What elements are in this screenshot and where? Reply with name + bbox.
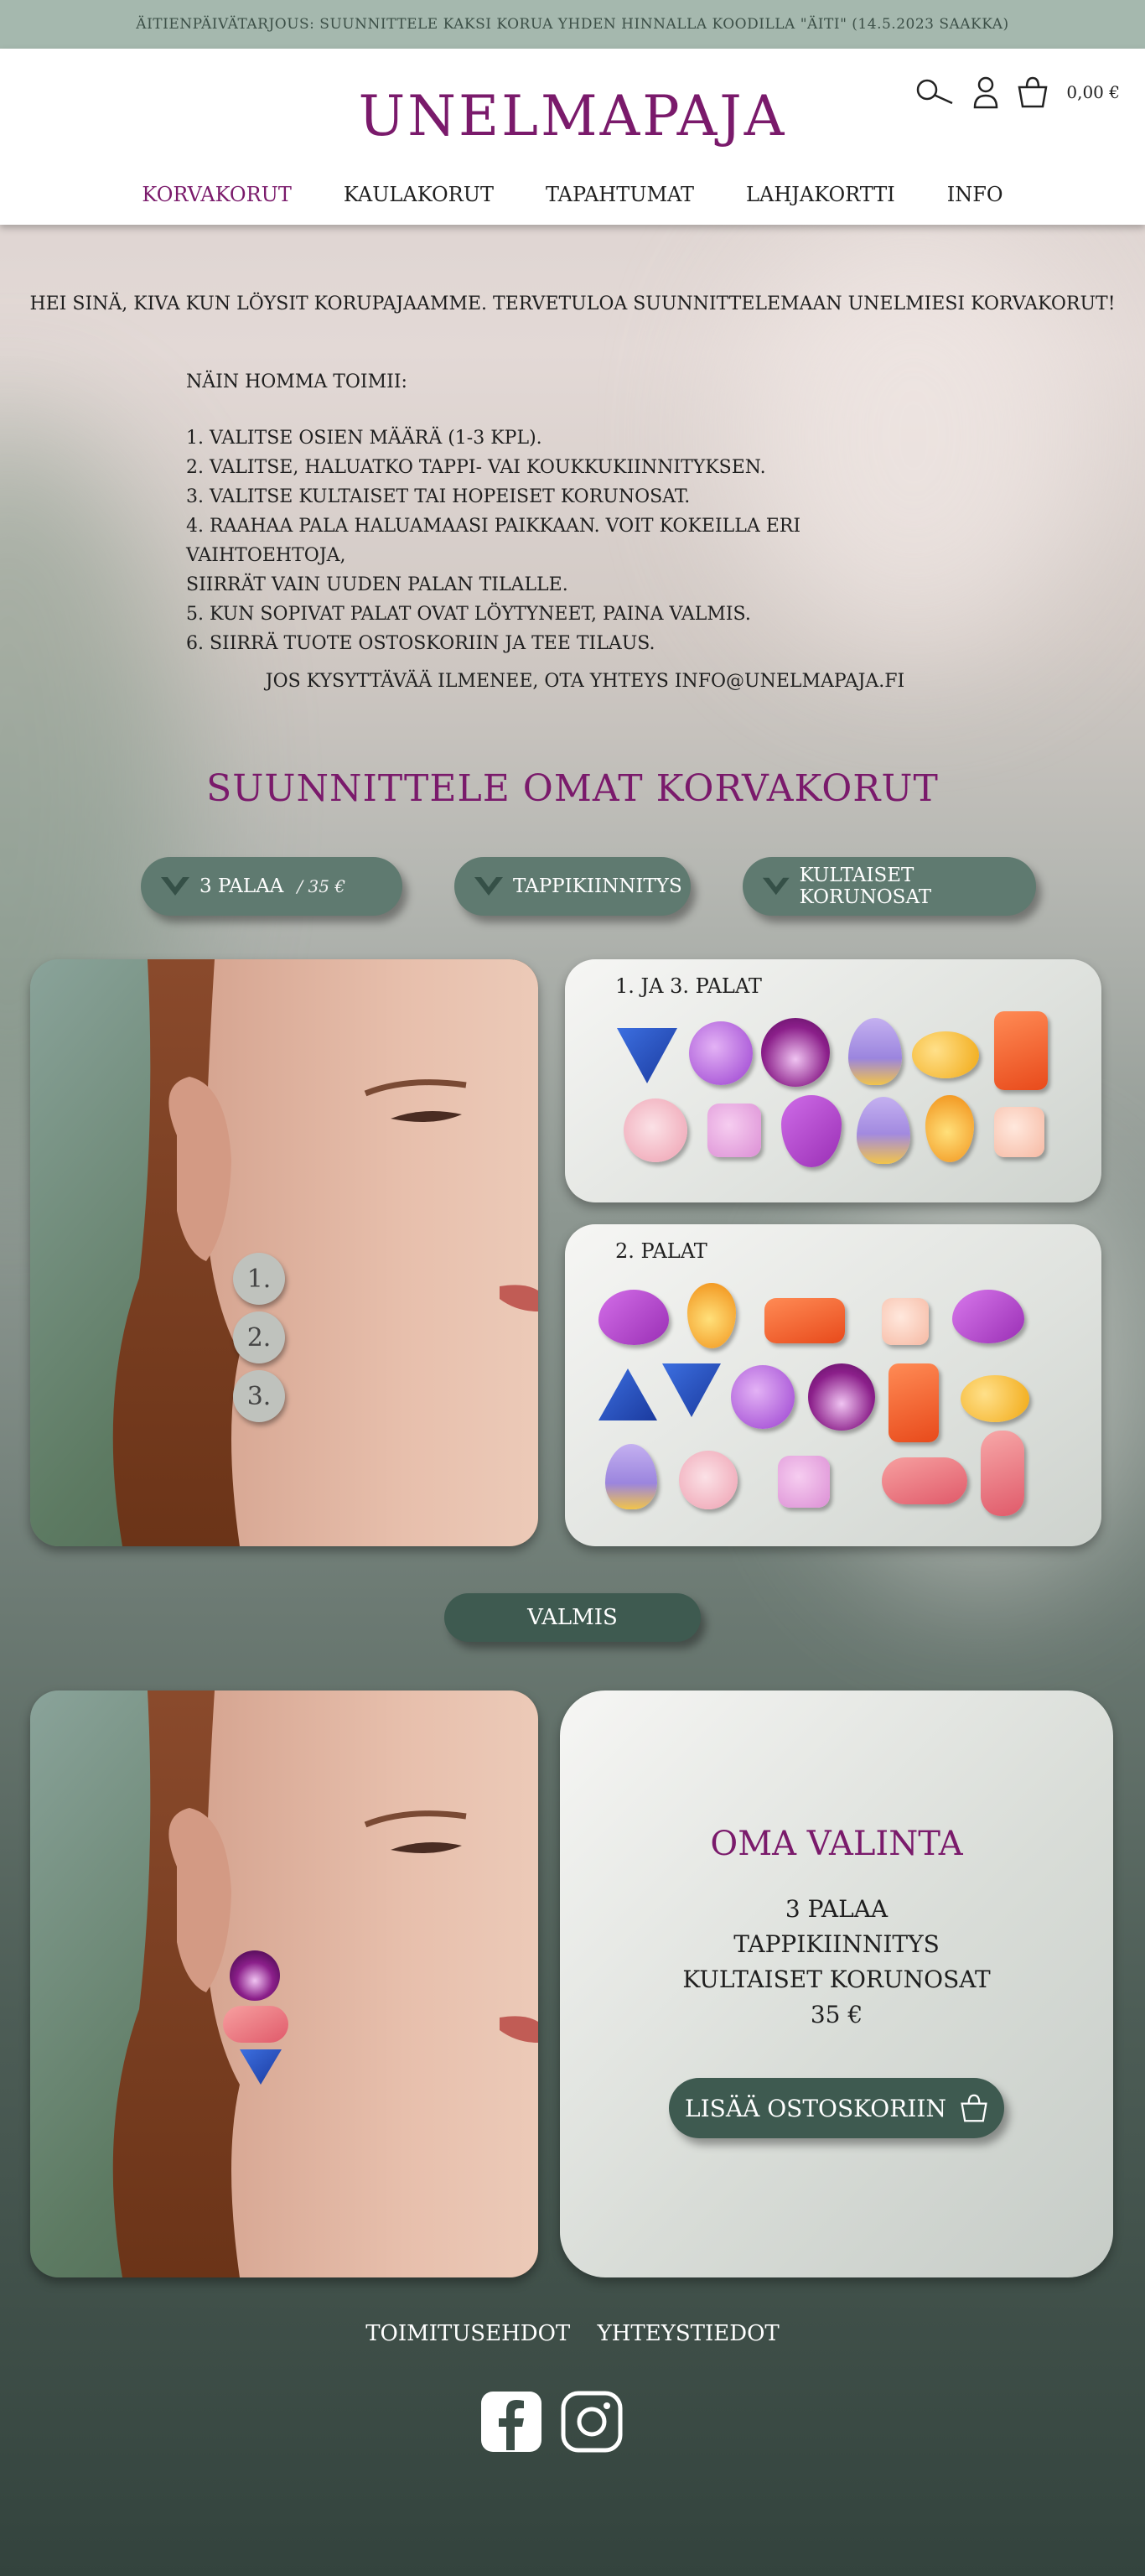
instagram-icon[interactable]	[560, 2390, 624, 2454]
instruction-step: 1. Valitse osien määrä (1-3 kpl).	[186, 428, 542, 449]
piece-peach-square[interactable]	[882, 1298, 929, 1345]
piece-coral-oval[interactable]	[882, 1457, 967, 1504]
header-actions: 0,00 €	[915, 75, 1120, 109]
nav-item-korvakorut[interactable]: Korvakorut	[116, 183, 317, 206]
piece-yellow-drop[interactable]	[687, 1283, 736, 1348]
pieces-price: / 35 €	[297, 876, 346, 896]
finish-select[interactable]: Kultaiset korunosat	[743, 857, 1036, 916]
piece-lilac-drop[interactable]	[848, 1018, 902, 1085]
preview-photo	[30, 1690, 538, 2277]
fastening-label: Tappikiinnitys	[513, 875, 682, 897]
piece-peach-square[interactable]	[994, 1107, 1044, 1157]
instructions-list: 1. Valitse osien määrä (1-3 kpl). 2. Val…	[186, 423, 940, 658]
model-photo	[30, 959, 538, 1546]
promo-bar: Äitienpäivätarjous: Suunnittele kaksi ko…	[0, 0, 1145, 49]
footer-links: Toimitusehdot Yhteystiedot	[0, 2321, 1145, 2346]
selection-summary: Oma valinta 3 palaa Tappikiinnitys Kulta…	[560, 1690, 1113, 2277]
palette-2-title: 2. palat	[615, 1239, 707, 1263]
piece-purple-teardrop[interactable]	[598, 1290, 669, 1345]
piece-lilac-drop[interactable]	[605, 1444, 657, 1509]
piece-pink-square[interactable]	[707, 1104, 761, 1157]
piece-orange-oval[interactable]	[764, 1298, 845, 1343]
piece-purple-wedge[interactable]	[952, 1290, 1024, 1343]
piece-blue-triangle[interactable]	[662, 1363, 721, 1417]
earring-piece-1	[230, 1950, 280, 2001]
pieces-count-select[interactable]: 3 palaa / 35 €	[141, 857, 402, 916]
search-icon[interactable]	[915, 78, 954, 106]
basket-icon	[961, 2094, 987, 2122]
finish-label: Kultaiset korunosat	[799, 865, 932, 908]
slot-1[interactable]: 1.	[233, 1253, 285, 1305]
piece-yellow-oval[interactable]	[961, 1375, 1029, 1422]
summary-title: Oma valinta	[710, 1825, 963, 1863]
instruction-step: 6. Siirrä tuote ostoskoriin ja tee tilau…	[186, 633, 655, 654]
user-icon[interactable]	[972, 75, 999, 109]
piece-pink-round[interactable]	[624, 1098, 687, 1162]
nav-item-info[interactable]: Info	[921, 183, 1029, 206]
pieces-count-label: 3 palaa	[199, 875, 284, 897]
instruction-step: 3. Valitse kultaiset tai hopeiset koruno…	[186, 486, 691, 507]
piece-lilac-drop-2[interactable]	[857, 1097, 910, 1164]
fastening-select[interactable]: Tappikiinnitys	[454, 857, 691, 916]
piece-magenta-round[interactable]	[808, 1363, 875, 1431]
site-header: UNELMAPAJA 0,00 € Korvakorut Kaulakorut …	[0, 49, 1145, 225]
summary-fastening: Tappikiinnitys	[733, 1930, 940, 1958]
instruction-step: siirrät vain uuden palan tilalle.	[186, 574, 568, 595]
nav-item-tapahtumat[interactable]: Tapahtumat	[520, 183, 720, 206]
piece-pink-round[interactable]	[679, 1451, 738, 1509]
summary-finish: Kultaiset korunosat	[682, 1966, 991, 1993]
piece-yellow-oval[interactable]	[912, 1031, 979, 1078]
footer-link-terms[interactable]: Toimitusehdot	[365, 2321, 570, 2346]
instructions: Näin homma toimii: 1. Valitse osien määr…	[186, 367, 940, 658]
piece-orange-rectangle[interactable]	[994, 1011, 1048, 1090]
piece-pink-square[interactable]	[778, 1456, 830, 1508]
piece-blue-triangle[interactable]	[617, 1028, 677, 1083]
nav-item-kaulakorut[interactable]: Kaulakorut	[318, 183, 520, 206]
instruction-step: 5. Kun sopivat palat ovat löytyneet, pai…	[186, 604, 751, 625]
palette-2: 2. palat	[565, 1224, 1101, 1546]
piece-purple-round[interactable]	[731, 1365, 795, 1429]
nav-item-lahjakortti[interactable]: Lahjakortti	[720, 183, 921, 206]
summary-pieces: 3 palaa	[785, 1895, 889, 1923]
summary-price: 35 €	[810, 2001, 863, 2028]
ready-button[interactable]: Valmis	[444, 1593, 701, 1642]
add-to-cart-button[interactable]: Lisää ostoskoriin	[669, 2078, 1004, 2138]
promo-text: Äitienpäivätarjous: Suunnittele kaksi ko…	[136, 16, 1009, 33]
instructions-heading: Näin homma toimii:	[186, 371, 407, 392]
palette-1-3-title: 1. ja 3. palat	[615, 974, 762, 998]
chevron-down-icon	[161, 877, 189, 896]
piece-coral-tall[interactable]	[981, 1431, 1024, 1516]
earring-piece-2	[223, 2006, 288, 2043]
footer-link-contact[interactable]: Yhteystiedot	[598, 2321, 780, 2346]
facebook-icon[interactable]	[479, 2390, 543, 2454]
add-to-cart-label: Lisää ostoskoriin	[685, 2094, 946, 2122]
piece-yellow-drop[interactable]	[925, 1095, 974, 1162]
contact-text: Jos kysyttävää ilmenee, ota yhteys info@…	[265, 671, 905, 692]
chevron-down-icon	[762, 877, 790, 896]
piece-orange-rectangle[interactable]	[889, 1363, 939, 1442]
slot-3[interactable]: 3.	[233, 1370, 285, 1422]
instruction-step: 2. Valitse, haluatko tappi- vai koukkuki…	[186, 457, 766, 478]
palette-1-3: 1. ja 3. palat	[565, 959, 1101, 1202]
intro-text: Hei sinä, kiva kun löysit korupajaamme. …	[29, 293, 1116, 314]
piece-purple-teardrop[interactable]	[781, 1095, 842, 1167]
piece-blue-triangle-up[interactable]	[598, 1368, 657, 1420]
chevron-down-icon	[474, 877, 503, 896]
basket-icon[interactable]	[1018, 75, 1048, 109]
instruction-step: 4. Raahaa pala haluamaasi paikkaan. Voit…	[186, 516, 801, 566]
cart-total[interactable]: 0,00 €	[1066, 82, 1120, 102]
designer-title: Suunnittele omat korvakorut	[206, 767, 939, 810]
piece-magenta-round[interactable]	[761, 1018, 830, 1087]
slot-2[interactable]: 2.	[233, 1311, 285, 1363]
main-nav: Korvakorut Kaulakorut Tapahtumat Lahjako…	[0, 183, 1145, 206]
piece-purple-round[interactable]	[689, 1021, 753, 1085]
